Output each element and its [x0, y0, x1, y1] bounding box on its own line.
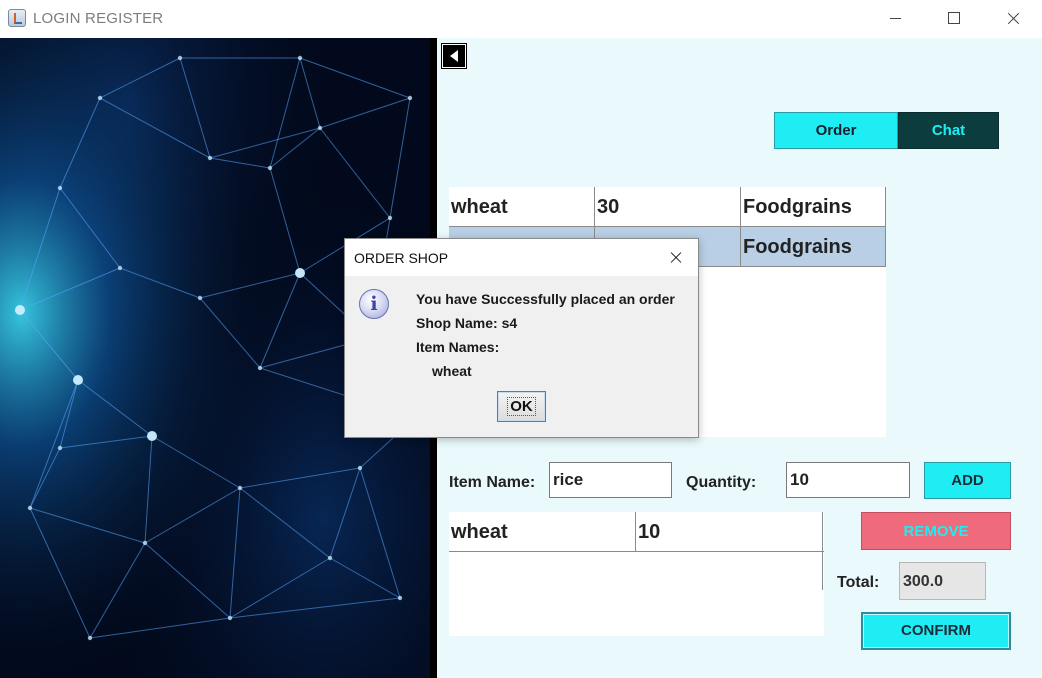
- ok-button-label: OK: [507, 397, 536, 416]
- dialog-title: ORDER SHOP: [354, 250, 449, 266]
- tab-chat[interactable]: Chat: [898, 112, 999, 149]
- confirm-button[interactable]: CONFIRM: [861, 612, 1011, 650]
- maximize-button[interactable]: [925, 0, 983, 38]
- quantity-label: Quantity:: [686, 474, 757, 491]
- quantity-field[interactable]: 10: [786, 462, 910, 498]
- cart-table: wheat 10: [449, 512, 824, 636]
- cart-table-border: [822, 512, 823, 590]
- dialog-item-name: wheat: [432, 363, 472, 379]
- item-price-cell: 30: [595, 187, 741, 227]
- item-category-cell: Foodgrains: [741, 187, 886, 227]
- item-name-field[interactable]: rice: [549, 462, 672, 498]
- back-button[interactable]: [441, 43, 467, 69]
- tab-order[interactable]: Order: [774, 112, 898, 149]
- item-name-cell: wheat: [449, 187, 595, 227]
- order-confirmation-dialog: ORDER SHOP i You have Successfully place…: [344, 238, 699, 438]
- minimize-button[interactable]: [867, 0, 925, 38]
- dialog-titlebar: ORDER SHOP: [345, 239, 698, 276]
- back-arrow-icon: [450, 50, 458, 62]
- cart-item-cell: wheat: [449, 512, 636, 552]
- close-window-button[interactable]: [984, 0, 1042, 38]
- ok-button[interactable]: OK: [497, 391, 546, 422]
- window-titlebar: LOGIN REGISTER: [0, 0, 1042, 39]
- info-icon: i: [359, 289, 389, 319]
- total-field: 300.0: [899, 562, 986, 600]
- total-label: Total:: [837, 574, 880, 591]
- add-button[interactable]: ADD: [924, 462, 1011, 499]
- dialog-message-line: You have Successfully placed an order: [416, 291, 675, 307]
- window-title: LOGIN REGISTER: [33, 10, 164, 27]
- item-name-label: Item Name:: [449, 474, 536, 491]
- java-cup-icon: [8, 9, 26, 27]
- remove-button[interactable]: REMOVE: [861, 512, 1011, 550]
- dialog-item-names-label: Item Names:: [416, 339, 500, 355]
- item-category-cell: Foodgrains: [741, 227, 886, 267]
- dialog-close-button[interactable]: [659, 243, 695, 273]
- dialog-shop-name: Shop Name: s4: [416, 315, 518, 331]
- table-row[interactable]: wheat 30 Foodgrains: [449, 187, 886, 227]
- table-row[interactable]: wheat 10: [449, 512, 824, 552]
- cart-quantity-cell: 10: [636, 512, 824, 552]
